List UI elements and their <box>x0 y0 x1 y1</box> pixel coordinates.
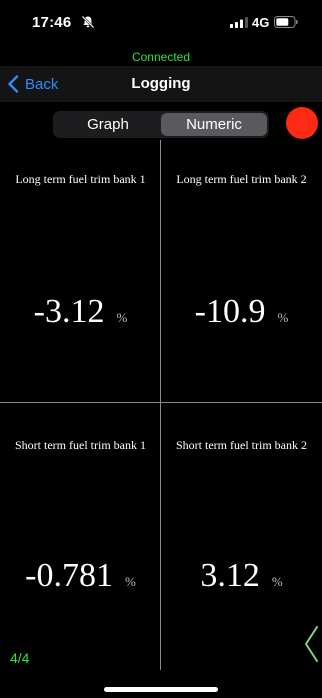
cell-bottom-left: Short term fuel trim bank 1 -0.781% <box>0 403 161 670</box>
cell-bottom-right: Short term fuel trim bank 2 3.12% <box>161 403 322 670</box>
page-indicator: 4/4 <box>10 650 30 666</box>
cellular-signal-icon <box>230 17 248 28</box>
home-indicator[interactable] <box>104 687 218 692</box>
status-time: 17:46 <box>32 14 72 31</box>
page-title: Logging <box>131 75 191 92</box>
chevron-right-icon[interactable] <box>303 625 319 663</box>
network-type: 4G <box>252 15 270 30</box>
record-button[interactable] <box>286 107 318 139</box>
connection-status: Connected <box>131 50 191 64</box>
cell-label: Short term fuel trim bank 1 <box>15 438 146 452</box>
value-number: -0.781 <box>25 557 113 594</box>
value-number: -3.12 <box>33 293 105 330</box>
cell-label: Short term fuel trim bank 2 <box>176 438 307 452</box>
navigation-bar: Back Logging <box>0 66 322 102</box>
value-unit: % <box>277 310 289 325</box>
tab-graph[interactable]: Graph <box>55 113 161 136</box>
bell-muted-icon <box>81 15 95 29</box>
tab-numeric[interactable]: Numeric <box>161 113 267 136</box>
cell-label: Long term fuel trim bank 2 <box>176 172 307 186</box>
cell-top-right: Long term fuel trim bank 2 -10.9% <box>161 140 322 402</box>
cell-label: Long term fuel trim bank 1 <box>15 172 146 186</box>
status-bar: 17:46 4G <box>0 0 322 46</box>
value-unit: % <box>116 310 128 325</box>
cell-value: -0.781% <box>0 557 161 595</box>
cell-value: -10.9% <box>161 293 322 331</box>
value-unit: % <box>271 574 283 589</box>
value-number: 3.12 <box>200 557 260 594</box>
value-unit: % <box>124 574 136 589</box>
battery-icon <box>274 16 298 28</box>
view-mode-segmented-control: Graph Numeric <box>53 111 269 138</box>
value-number: -10.9 <box>194 293 266 330</box>
cell-value: 3.12% <box>161 557 322 595</box>
cell-value: -3.12% <box>0 293 161 331</box>
cell-top-left: Long term fuel trim bank 1 -3.12% <box>0 140 161 402</box>
